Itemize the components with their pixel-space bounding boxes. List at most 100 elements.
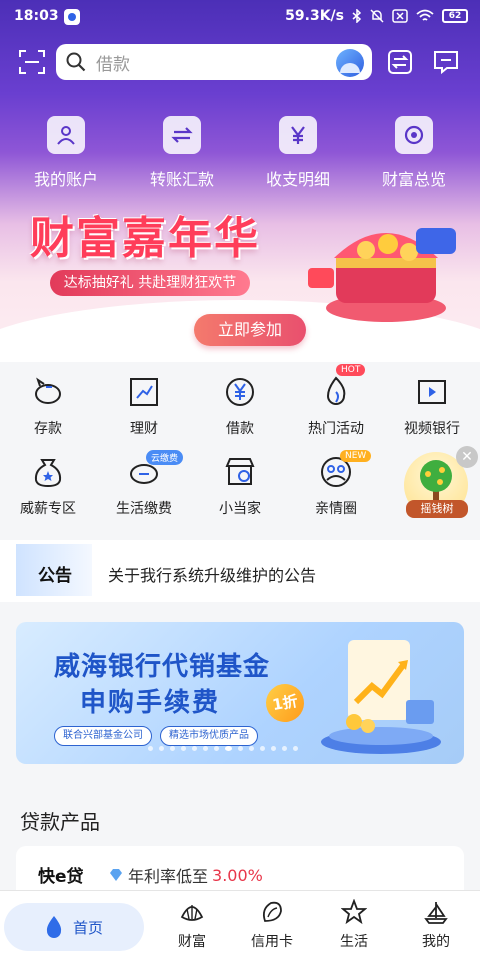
carousel-dot[interactable] [293,746,298,751]
service-loan[interactable]: 借款 [192,374,288,454]
diamond-icon [110,869,122,881]
tab-life[interactable]: 生活 [314,899,394,951]
service-label: 生活缴费 [116,501,172,517]
quick-label: 财富总览 [381,170,446,189]
service-salary-zone[interactable]: 威薪专区 [0,454,96,534]
piggy-bank-icon [35,377,61,404]
switch-icon[interactable] [386,48,414,76]
carousel-dot[interactable] [181,746,186,751]
carousel-dot[interactable] [271,746,276,751]
tab-credit-card[interactable]: 信用卡 [232,899,312,951]
water-drop-icon [46,916,62,938]
service-video-bank[interactable]: 视频银行 [384,374,480,454]
bank-logo-icon[interactable] [336,49,364,77]
service-wealth[interactable]: 理财 [96,374,192,454]
money-tree-label[interactable]: 摇钱树 [406,500,468,518]
video-icon [418,380,446,404]
tab-label: 信用卡 [251,934,293,950]
close-icon[interactable]: ✕ [456,446,478,468]
search-placeholder: 借款 [96,54,130,75]
promo-title[interactable]: 财富嘉年华 [30,202,260,266]
service-label: 视频银行 [404,421,460,437]
carousel-dots [148,746,298,751]
notice-text[interactable]: 关于我行系统升级维护的公告 [108,562,316,586]
status-time: 18:03 [14,8,59,24]
carousel-dot[interactable] [260,746,265,751]
user-account-icon [47,116,85,154]
conch-icon [262,901,282,922]
carousel-dot[interactable] [148,746,153,751]
promo-subtitle: 达标抽好礼 共赴理财狂欢节 [50,270,250,296]
service-label: 理财 [130,421,158,437]
search-bar[interactable]: 借款 [56,44,372,80]
tab-label: 财富 [178,934,206,950]
search-icon [66,52,86,72]
discount-badge: 1折 [262,680,308,726]
section-title: 贷款产品 [20,810,100,834]
quick-label: 转账汇款 [149,170,214,189]
mute-bell-icon [370,9,384,23]
quick-label: 收支明细 [265,170,330,189]
carousel-dot-active[interactable] [225,746,232,751]
fund-subheadline: 申购手续费 [80,688,221,718]
service-label: 存款 [34,421,62,437]
service-label: 亲情圈 [315,501,357,517]
scan-icon[interactable] [18,48,46,76]
shop-icon [225,458,255,485]
carousel-dot[interactable] [192,746,197,751]
fund-headline: 威海银行代销基金 [54,652,271,682]
top-bar: 借款 [0,42,480,82]
quick-wealth[interactable]: 财富总览 [359,116,469,190]
fund-growth-illustration [321,640,441,754]
hero-header: 18:03 59.3K/s 62 借款 我的账户 转账汇款 收支明细 财富总览 … [0,0,480,362]
flame-icon [326,376,346,405]
quick-actions: 我的账户 转账汇款 收支明细 财富总览 [0,116,480,190]
loan-rate: 年利率低至 3.00% [108,863,263,887]
status-right: 59.3K/s 62 [285,8,468,24]
message-icon[interactable] [432,48,460,76]
no-sim-icon [392,9,408,23]
star-bag-icon [34,459,62,488]
fund-banner[interactable]: 威海银行代销基金 申购手续费 1折 联合兴部基金公司 精选市场优质产品 [16,622,464,764]
carousel-dot[interactable] [249,746,254,751]
carousel-dot[interactable] [159,746,164,751]
service-shop[interactable]: 小当家 [192,454,288,534]
service-label: 热门活动 [308,421,364,437]
service-life-payment[interactable]: 云缴费 生活缴费 [96,450,192,534]
service-label: 威薪专区 [20,501,76,517]
carousel-dot[interactable] [203,746,208,751]
new-badge: NEW [340,450,372,462]
transfer-icon [163,116,201,154]
quick-transfer[interactable]: 转账汇款 [127,116,237,190]
notice-bar[interactable]: 公告 关于我行系统升级维护的公告 [0,540,480,602]
cloud-payment-badge: 云缴费 [146,450,184,465]
rate-label: 年利率低至 [128,867,209,886]
wealth-overview-icon [395,116,433,154]
fund-tags: 联合兴部基金公司 精选市场优质产品 [54,726,258,746]
battery-icon: 62 [442,9,468,23]
yuan-statement-icon [279,116,317,154]
carousel-dot[interactable] [170,746,175,751]
notification-app-icon [64,9,80,25]
bottom-tab-bar: 首页 财富 信用卡 生活 我的 [0,890,480,960]
bluetooth-icon [352,9,362,23]
service-row: 存款 理财 借款 HOT 热门活动 视频银行 [0,364,480,454]
quick-my-account[interactable]: 我的账户 [11,116,121,190]
quick-statement[interactable]: 收支明细 [243,116,353,190]
quick-label: 我的账户 [33,170,98,189]
tab-wealth[interactable]: 财富 [152,899,232,951]
service-family-circle[interactable]: NEW 亲情圈 [288,450,384,534]
tab-home[interactable]: 首页 [4,903,144,951]
sailboat-icon [424,902,448,924]
network-speed: 59.3K/s [285,8,344,24]
treasure-chest-illustration [308,228,456,322]
starfish-icon [341,899,367,925]
service-deposit[interactable]: 存款 [0,374,96,454]
tab-mine[interactable]: 我的 [396,899,476,951]
service-hot-activity[interactable]: HOT 热门活动 [288,364,384,454]
join-now-button[interactable]: 立即参加 [194,314,306,346]
carousel-dot[interactable] [238,746,243,751]
carousel-dot[interactable] [282,746,287,751]
yuan-loan-icon [226,378,254,406]
carousel-dot[interactable] [214,746,219,751]
